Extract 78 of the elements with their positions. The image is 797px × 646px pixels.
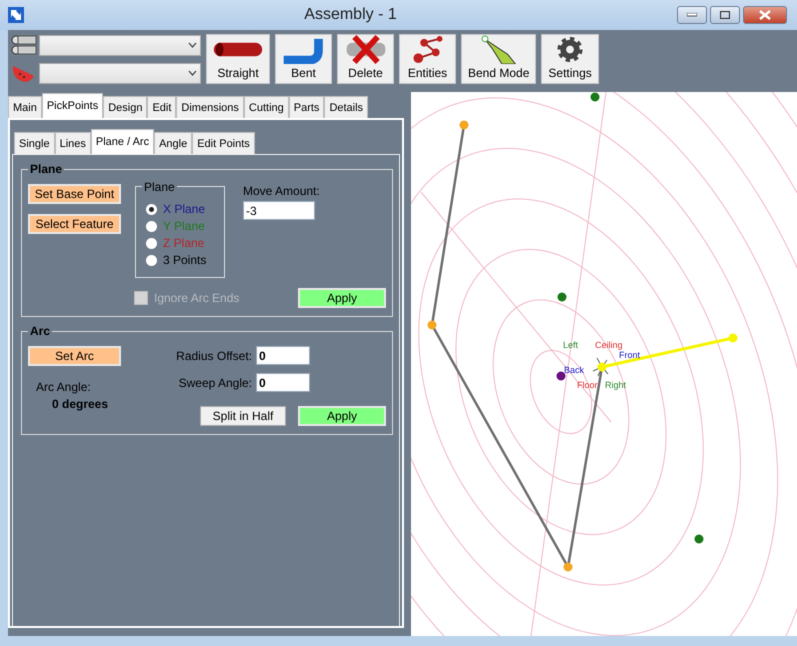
split-button[interactable]: Split in Half	[200, 406, 286, 426]
axis-label: Right	[605, 380, 626, 390]
input-field[interactable]: -3	[243, 201, 315, 220]
entities-button[interactable]: Entities	[399, 34, 456, 84]
dropdown[interactable]	[39, 34, 201, 56]
action-button[interactable]: Set Base Point	[28, 184, 121, 204]
point-marker[interactable]	[460, 120, 468, 130]
app-icon	[8, 7, 24, 23]
bent-button[interactable]: Bent	[275, 34, 332, 84]
tab[interactable]: Design	[103, 96, 148, 118]
input-field[interactable]: 0	[256, 373, 310, 392]
field-label: Sweep Angle:	[178, 376, 252, 390]
tab[interactable]: Single	[14, 132, 55, 154]
nodes-icon	[412, 35, 442, 64]
point-marker[interactable]	[728, 334, 738, 342]
tab[interactable]: Lines	[54, 132, 91, 154]
axis-label: Back	[564, 365, 584, 375]
tab[interactable]: Edit	[147, 96, 176, 118]
settings-icon	[555, 35, 586, 64]
field-label: Arc Angle:	[35, 380, 92, 394]
chevron-icon	[188, 70, 197, 76]
settings-button[interactable]: Settings	[541, 34, 599, 84]
point-marker[interactable]	[590, 92, 600, 102]
tab[interactable]: Edit Points	[192, 132, 255, 154]
radio-button[interactable]	[146, 238, 157, 248]
radio-button[interactable]	[146, 204, 157, 214]
radio-label: Y Plane	[163, 219, 205, 233]
close-icon	[759, 10, 771, 20]
delete-icon	[346, 35, 386, 64]
value-text: 0 degrees	[51, 397, 110, 411]
action-button[interactable]: Set Arc	[28, 346, 121, 366]
window-title: Assembly - 1	[303, 6, 398, 24]
input-field[interactable]: 0	[256, 346, 310, 365]
radio-button[interactable]	[146, 220, 157, 232]
bend-button[interactable]: Bend Mode	[461, 34, 536, 84]
point-marker[interactable]	[558, 292, 566, 302]
tab[interactable]: Main	[8, 96, 42, 118]
axis-tick-marks	[592, 358, 608, 376]
tab[interactable]: Dimensions	[176, 96, 244, 118]
group-title: Arc	[28, 324, 52, 338]
maximize-button[interactable]	[710, 6, 740, 24]
radio-label: X Plane	[163, 202, 206, 216]
point-marker[interactable]	[564, 562, 572, 572]
tab[interactable]: Cutting	[244, 96, 289, 118]
dropdown[interactable]	[39, 62, 201, 84]
point-marker[interactable]	[694, 534, 704, 544]
tab[interactable]: PickPoints	[42, 93, 104, 118]
radio-button[interactable]	[146, 254, 157, 266]
point-marker[interactable]	[598, 362, 606, 372]
axis-label: Ceiling	[595, 340, 623, 350]
axis-label: Floor	[577, 380, 598, 390]
field-label: Move Amount:	[243, 184, 320, 198]
tab[interactable]: Plane / Arc	[90, 129, 154, 154]
minimize-button[interactable]	[677, 6, 707, 24]
chevron-icon	[188, 42, 197, 48]
straight-button[interactable]: Straight	[206, 34, 270, 84]
pipes-icon	[10, 34, 37, 56]
radio-label: 3 Points	[163, 253, 206, 267]
axis-label: Front	[619, 350, 640, 360]
minimize-icon	[687, 13, 697, 17]
tab[interactable]: Parts	[288, 96, 324, 118]
action-button[interactable]: Select Feature	[28, 214, 121, 234]
tab[interactable]: Details	[324, 96, 368, 118]
point-marker[interactable]	[556, 372, 566, 380]
radio-label: Z Plane	[163, 236, 204, 250]
field-label: Radius Offset:	[176, 348, 252, 362]
apply-button[interactable]: Apply	[298, 406, 386, 426]
apply-button[interactable]: Apply	[298, 288, 386, 308]
point-marker[interactable]	[428, 320, 436, 330]
group-title: Plane	[142, 180, 177, 194]
close-button[interactable]	[743, 6, 787, 24]
checkbox-label: Ignore Arc Ends	[154, 291, 240, 305]
axis-label: Left	[563, 340, 578, 350]
bend-icon	[480, 35, 517, 64]
delete-button[interactable]: Delete	[337, 34, 394, 84]
group-title: Plane	[28, 162, 64, 176]
tab[interactable]: Angle	[154, 132, 192, 154]
maximize-icon	[720, 11, 730, 19]
